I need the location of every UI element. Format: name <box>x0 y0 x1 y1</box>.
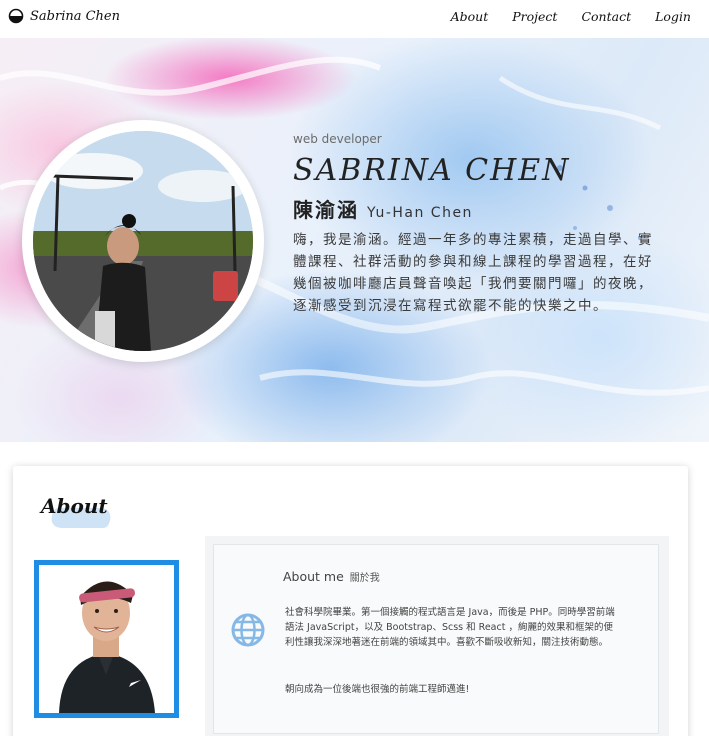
hero-role: web developer <box>293 132 382 146</box>
about-description: 社會科學院畢業。第一個接觸的程式語言是 Java，而後是 PHP。同時學習前端語… <box>285 607 615 648</box>
globe-icon <box>231 613 265 647</box>
hero-chinese-name: 陳渝涵 <box>293 198 359 222</box>
navbar: Sabrina Chen About Project Contact Login <box>0 0 709 38</box>
about-title: About <box>41 494 108 518</box>
about-section: About About me 關於我 社會科學院畢業。第一個接觸的程式語言是 J… <box>13 466 688 736</box>
hero-bio: 嗨，我是渝涵。經過一年多的專注累積，走過自學、實體課程、社群活動的參與和線上課程… <box>293 232 653 314</box>
about-photo-frame <box>34 560 179 718</box>
nav-link-contact[interactable]: Contact <box>581 9 631 24</box>
brand-link[interactable]: Sabrina Chen <box>8 8 120 24</box>
nav-link-about[interactable]: About <box>451 9 489 24</box>
about-panel-title-zh: 關於我 <box>349 573 380 584</box>
nav-link-project[interactable]: Project <box>512 9 557 24</box>
about-info-panel: About me 關於我 社會科學院畢業。第一個接觸的程式語言是 Java，而後… <box>213 544 659 734</box>
about-info-container: About me 關於我 社會科學院畢業。第一個接觸的程式語言是 Java，而後… <box>205 536 669 736</box>
profile-photo <box>33 131 253 351</box>
half-circle-logo-icon <box>8 8 24 24</box>
about-heading: About <box>41 494 115 528</box>
hero-english-name: Yu-Han Chen <box>367 205 473 221</box>
nav-links: About Project Contact Login <box>451 9 691 24</box>
hero-banner: web developer SABRINA CHEN 陳渝涵 Yu-Han Ch… <box>0 38 709 442</box>
about-photo <box>39 565 174 713</box>
brand-name: Sabrina Chen <box>30 8 120 24</box>
about-goal: 朝向成為一位後端也很強的前端工程師邁進! <box>285 684 470 695</box>
nav-link-login[interactable]: Login <box>655 9 691 24</box>
hero-intro: web developer SABRINA CHEN 陳渝涵 Yu-Han Ch… <box>293 132 673 317</box>
hero-name: SABRINA CHEN <box>293 153 571 188</box>
about-panel-title-en: About me <box>283 569 344 584</box>
hero-full-name: 陳渝涵 Yu-Han Chen <box>293 194 673 223</box>
profile-avatar <box>22 120 264 362</box>
about-panel-title: About me 關於我 <box>283 569 380 584</box>
